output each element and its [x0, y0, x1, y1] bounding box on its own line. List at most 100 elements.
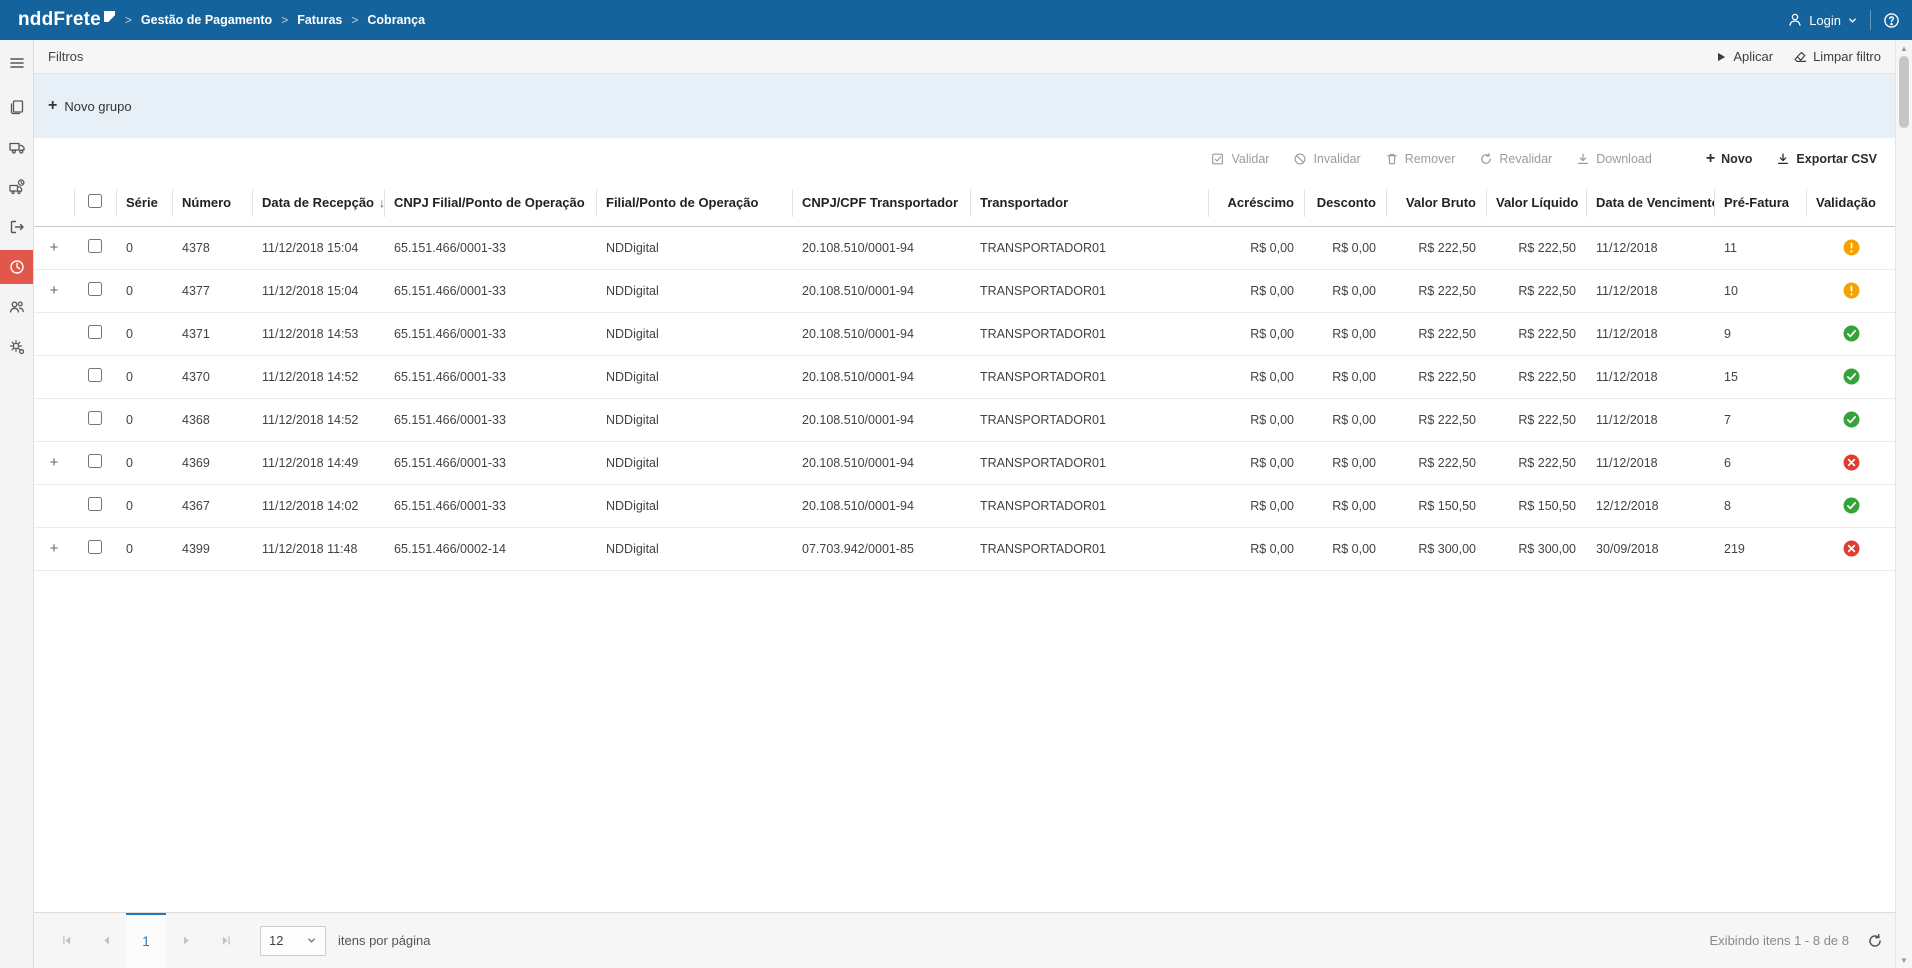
- cell-valor-bruto: R$ 150,50: [1386, 484, 1486, 528]
- export-download-icon: [1778, 153, 1789, 165]
- login-menu[interactable]: Login: [1787, 12, 1858, 28]
- status-ok-icon[interactable]: [1843, 497, 1860, 514]
- col-data-recepcao[interactable]: Data de Recepção ↓: [252, 180, 384, 227]
- status-error-icon[interactable]: [1843, 454, 1860, 471]
- col-serie[interactable]: Série: [116, 180, 172, 227]
- app-logo[interactable]: nddFrete: [18, 9, 115, 31]
- main-area: Filtros Aplicar Limpar filtro + Novo gru…: [0, 40, 1912, 968]
- status-error-icon[interactable]: [1843, 540, 1860, 557]
- cell-validacao: [1806, 269, 1895, 313]
- pager-page-1[interactable]: 1: [126, 913, 166, 968]
- cell-numero: 4370: [172, 355, 252, 399]
- col-validacao[interactable]: Validação: [1806, 180, 1895, 227]
- cell-serie: 0: [116, 269, 172, 313]
- invalidate-button[interactable]: Invalidar: [1293, 152, 1361, 166]
- help-button[interactable]: [1883, 12, 1900, 29]
- sidebar-item-users[interactable]: [0, 290, 33, 324]
- download-icon: [1578, 153, 1589, 164]
- col-filial[interactable]: Filial/Ponto de Operação: [596, 180, 792, 227]
- breadcrumb-item-gestao-de-pagamento[interactable]: Gestão de Pagamento: [141, 13, 272, 27]
- page-size-select[interactable]: 12: [260, 925, 326, 956]
- cell-validacao: [1806, 441, 1895, 485]
- sidebar-menu-toggle[interactable]: [0, 46, 33, 80]
- sidebar-item-freight-schedule[interactable]: [0, 170, 33, 204]
- status-ok-icon[interactable]: [1843, 411, 1860, 428]
- pager-prev-button[interactable]: [86, 913, 126, 968]
- cell-data-recepcao: 11/12/2018 14:52: [252, 398, 384, 442]
- download-button[interactable]: Download: [1576, 152, 1652, 166]
- validate-button[interactable]: Validar: [1211, 152, 1269, 166]
- pager-next-button[interactable]: [166, 913, 206, 968]
- header-select-all: [74, 180, 116, 227]
- row-checkbox[interactable]: [88, 497, 102, 511]
- status-ok-icon[interactable]: [1843, 368, 1860, 385]
- cell-vencimento: 11/12/2018: [1586, 269, 1714, 313]
- col-transportador[interactable]: Transportador: [970, 180, 1208, 227]
- scroll-up-arrow[interactable]: ▲: [1896, 40, 1912, 56]
- scrollbar-thumb[interactable]: [1899, 56, 1909, 128]
- new-group-button[interactable]: + Novo grupo: [48, 98, 132, 114]
- expand-row-button[interactable]: +: [46, 454, 62, 471]
- expand-row-button[interactable]: +: [46, 540, 62, 557]
- expand-row-button[interactable]: +: [46, 239, 62, 256]
- row-checkbox[interactable]: [88, 325, 102, 339]
- new-button[interactable]: + Novo: [1706, 151, 1753, 167]
- breadcrumb-item-cobranca[interactable]: Cobrança: [367, 13, 425, 27]
- col-acrescimo[interactable]: Acréscimo: [1208, 180, 1304, 227]
- topbar: nddFrete > Gestão de Pagamento > Faturas…: [0, 0, 1912, 40]
- export-csv-button[interactable]: Exportar CSV: [1776, 152, 1877, 166]
- breadcrumb-item-faturas[interactable]: Faturas: [297, 13, 342, 27]
- sidebar-item-freight[interactable]: [0, 130, 33, 164]
- row-checkbox[interactable]: [88, 540, 102, 554]
- col-cnpj-transportador[interactable]: CNPJ/CPF Transportador: [792, 180, 970, 227]
- table-row: +0 4399 11/12/2018 11:48 65.151.466/0002-14…: [34, 527, 1895, 571]
- cell-valor-liquido: R$ 222,50: [1486, 398, 1586, 442]
- col-desconto[interactable]: Desconto: [1304, 180, 1386, 227]
- col-valor-bruto[interactable]: Valor Bruto: [1386, 180, 1486, 227]
- sidebar-item-documents[interactable]: [0, 90, 33, 124]
- status-warning-icon[interactable]: [1843, 239, 1860, 256]
- pager-first-button[interactable]: [46, 913, 86, 968]
- row-checkbox[interactable]: [88, 368, 102, 382]
- cell-data-recepcao: 11/12/2018 14:53: [252, 312, 384, 356]
- row-checkbox[interactable]: [88, 239, 102, 253]
- status-warning-icon[interactable]: [1843, 282, 1860, 299]
- cell-serie: 0: [116, 226, 172, 270]
- remove-button[interactable]: Remover: [1385, 152, 1455, 166]
- first-page-icon: [62, 936, 70, 945]
- filters-title[interactable]: Filtros: [48, 49, 83, 64]
- col-cnpj-filial[interactable]: CNPJ Filial/Ponto de Operação: [384, 180, 596, 227]
- cell-cnpj-transportador: 07.703.942/0001-85: [792, 527, 970, 571]
- table-row: 0 4367 11/12/2018 14:02 65.151.466/0001-33 N…: [34, 484, 1895, 528]
- slash-circle-icon: [1294, 153, 1306, 165]
- row-checkbox[interactable]: [88, 454, 102, 468]
- col-valor-liquido[interactable]: Valor Líquido: [1486, 180, 1586, 227]
- col-data-vencimento[interactable]: Data de Vencimento: [1586, 180, 1714, 227]
- expand-row-button[interactable]: +: [46, 282, 62, 299]
- cell-desconto: R$ 0,00: [1304, 355, 1386, 399]
- sidebar-item-settings[interactable]: [0, 330, 33, 364]
- row-checkbox[interactable]: [88, 411, 102, 425]
- revalidate-button[interactable]: Revalidar: [1479, 152, 1552, 166]
- app-window: nddFrete > Gestão de Pagamento > Faturas…: [0, 0, 1912, 968]
- refresh-icon: [1869, 933, 1881, 947]
- cell-cnpj-transportador: 20.108.510/0001-94: [792, 226, 970, 270]
- col-pre-fatura[interactable]: Pré-Fatura: [1714, 180, 1806, 227]
- sidebar-item-export[interactable]: [0, 210, 33, 244]
- cell-filial: NDDigital: [596, 269, 792, 313]
- apply-filter-button[interactable]: Aplicar: [1715, 49, 1773, 64]
- new-label: Novo: [1721, 152, 1753, 166]
- col-numero[interactable]: Número: [172, 180, 252, 227]
- pager-last-button[interactable]: [206, 913, 246, 968]
- status-ok-icon[interactable]: [1843, 325, 1860, 342]
- sidebar-item-billing[interactable]: [0, 250, 33, 284]
- refresh-grid-button[interactable]: [1867, 933, 1883, 949]
- select-all-checkbox[interactable]: [88, 194, 102, 209]
- row-checkbox[interactable]: [88, 282, 102, 296]
- cell-valor-bruto: R$ 222,50: [1386, 312, 1486, 356]
- cell-serie: 0: [116, 527, 172, 571]
- scroll-down-arrow[interactable]: ▼: [1896, 952, 1912, 968]
- next-page-icon: [183, 936, 189, 945]
- clear-filter-button[interactable]: Limpar filtro: [1793, 49, 1881, 64]
- play-icon: [1718, 52, 1726, 61]
